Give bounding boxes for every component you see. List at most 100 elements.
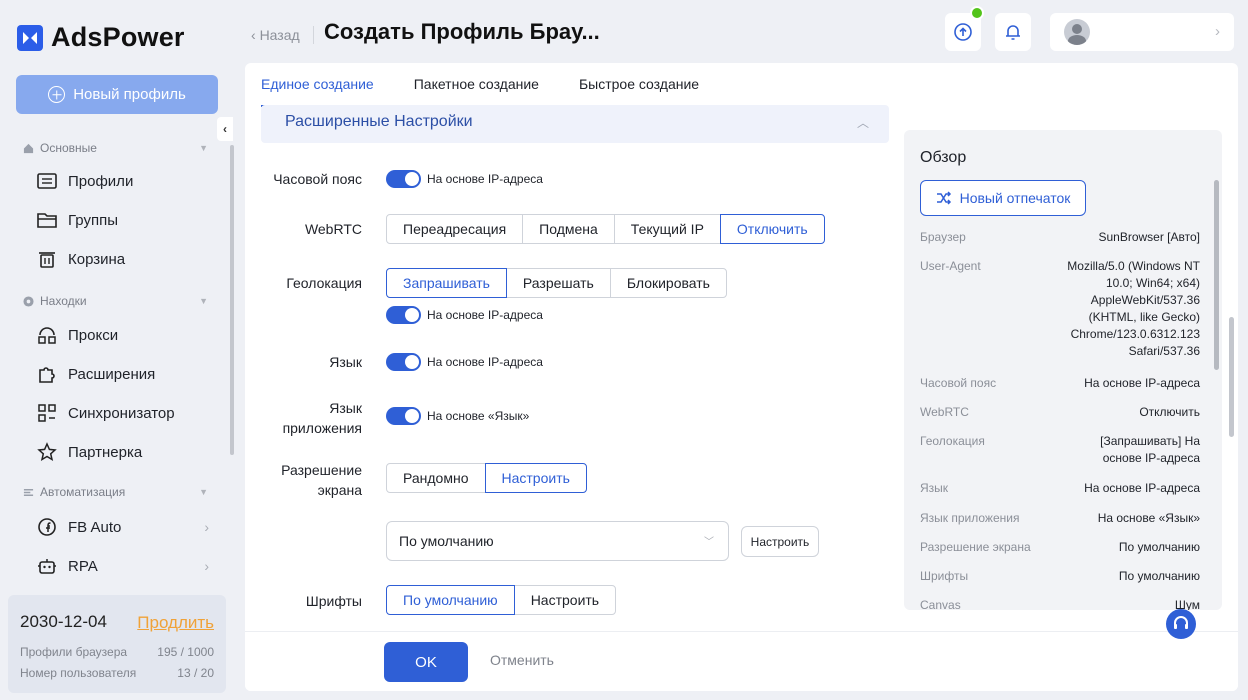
overview-value: [Запрашивать] На основе IP-адреса: [1100, 433, 1200, 467]
overview-key: Canvas: [920, 598, 961, 610]
chevron-up-icon: ︿: [856, 116, 869, 130]
back-button[interactable]: ‹ Назад: [251, 27, 300, 43]
tab-quick-create[interactable]: Быстрое создание: [579, 63, 699, 107]
cancel-button[interactable]: Отменить: [490, 652, 554, 668]
geolocation-allow-option[interactable]: Разрешать: [505, 268, 611, 298]
advanced-settings-title: Расширенные Настройки: [285, 113, 473, 130]
folder-icon: [37, 213, 57, 228]
tab-single-create[interactable]: Единое создание: [261, 63, 374, 107]
overview-value: Mozilla/5.0 (Windows NT 10.0; Win64; x64…: [1067, 258, 1200, 360]
robot-icon: [38, 559, 56, 574]
section-main[interactable]: Основные ▼: [23, 141, 208, 155]
sidebar-item-synchronizer[interactable]: Синхронизатор: [37, 403, 209, 423]
tab-batch-create[interactable]: Пакетное создание: [414, 63, 539, 107]
resolution-options: Рандомно Настроить: [386, 463, 587, 493]
webrtc-disable-option[interactable]: Отключить: [719, 214, 825, 244]
main-scrollbar[interactable]: [1229, 317, 1234, 437]
bell-icon: [1006, 25, 1020, 40]
overview-key: Разрешение экрана: [920, 540, 1031, 554]
geolocation-ask-option[interactable]: Запрашивать: [386, 268, 507, 298]
action-bar: OK Отменить: [245, 631, 1238, 691]
sidebar-item-proxy[interactable]: Прокси: [37, 325, 209, 345]
chevron-down-icon: ▼: [199, 487, 208, 497]
collapse-sidebar-button[interactable]: ‹: [217, 117, 233, 141]
geolocation-value-line: [Запрашивать] На: [1100, 434, 1200, 448]
app-language-toggle-text: На основе «Язык»: [427, 409, 530, 423]
webrtc-current-ip-option[interactable]: Текущий IP: [613, 214, 721, 244]
avatar: [1064, 19, 1090, 45]
sidebar-item-fb-auto[interactable]: FB Auto ›: [37, 517, 209, 537]
resolution-random-option[interactable]: Рандомно: [386, 463, 486, 493]
trash-icon: [39, 252, 55, 268]
user-agent-line: Chrome/123.0.6312.123: [1070, 327, 1200, 341]
webrtc-forward-option[interactable]: Переадресация: [386, 214, 524, 244]
overview-key: Часовой пояс: [920, 376, 997, 390]
overview-key: Браузер: [920, 230, 966, 244]
overview-key: User-Agent: [920, 259, 981, 273]
notifications-button[interactable]: [995, 13, 1031, 51]
sidebar-item-label: Корзина: [68, 250, 126, 268]
section-label: Находки: [40, 294, 87, 308]
overview-scrollbar[interactable]: [1214, 180, 1219, 370]
chevron-right-icon: ›: [1215, 23, 1220, 40]
chevron-right-icon: ›: [204, 558, 209, 574]
subscription-card: 2030-12-04 Продлить Профили браузера 195…: [8, 595, 226, 693]
timezone-label: Часовой пояс: [273, 171, 362, 187]
upgrade-button[interactable]: [945, 6, 984, 51]
ok-button[interactable]: OK: [384, 642, 468, 682]
resolution-custom-option[interactable]: Настроить: [484, 463, 587, 493]
new-fingerprint-button[interactable]: Новый отпечаток: [920, 180, 1086, 216]
timezone-toggle[interactable]: [386, 170, 421, 188]
sidebar-item-affiliate[interactable]: Партнерка: [37, 442, 209, 462]
user-menu[interactable]: ›: [1050, 13, 1234, 51]
user-number-value: 13 / 20: [177, 666, 214, 680]
brand-logo[interactable]: AdsPower: [17, 22, 185, 53]
webrtc-replace-option[interactable]: Подмена: [522, 214, 615, 244]
resolution-custom-button[interactable]: Настроить: [741, 526, 819, 557]
renew-link[interactable]: Продлить: [137, 613, 214, 633]
browser-profiles-value: 195 / 1000: [157, 645, 214, 659]
overview-value: На основе IP-адреса: [1084, 481, 1200, 495]
create-profile-panel: Единое создание Пакетное создание Быстро…: [245, 63, 1238, 691]
geolocation-options: Запрашивать Разрешать Блокировать: [386, 268, 727, 298]
app-language-toggle[interactable]: [386, 407, 421, 425]
overview-key: Шрифты: [920, 569, 969, 583]
geolocation-block-option[interactable]: Блокировать: [609, 268, 727, 298]
new-profile-label: Новый профиль: [73, 86, 186, 103]
resolution-select[interactable]: По умолчанию ﹀: [386, 521, 729, 561]
advanced-settings-header[interactable]: Расширенные Настройки ︿: [261, 105, 889, 143]
brand-name: AdsPower: [51, 22, 185, 52]
sidebar-scrollbar[interactable]: [230, 145, 234, 455]
resolution-label: Разрешение экрана: [281, 460, 362, 500]
browser-profiles-row: Профили браузера 195 / 1000: [20, 645, 214, 659]
overview-key: Геолокация: [920, 434, 985, 448]
app-language-label: Язык приложения: [283, 398, 362, 438]
fonts-custom-option[interactable]: Настроить: [513, 585, 617, 615]
sidebar-item-extensions[interactable]: Расширения: [37, 364, 209, 384]
overview-value: По умолчанию: [1118, 569, 1200, 583]
new-profile-button[interactable]: Новый профиль: [16, 75, 218, 114]
geolocation-toggle[interactable]: [386, 306, 421, 324]
proxy-icon: [38, 327, 56, 344]
automation-icon: [23, 488, 34, 496]
chevron-down-icon: ▼: [199, 143, 208, 153]
fonts-label: Шрифты: [305, 593, 362, 609]
fonts-default-option[interactable]: По умолчанию: [386, 585, 515, 615]
language-toggle[interactable]: [386, 353, 421, 371]
support-button[interactable]: [1166, 609, 1196, 639]
resolution-label-line: Разрешение: [281, 462, 362, 478]
sidebar-item-trash[interactable]: Корзина: [37, 250, 209, 268]
sidebar-item-profiles[interactable]: Профили: [37, 172, 209, 190]
sidebar-item-rpa[interactable]: RPA ›: [37, 556, 209, 576]
expiry-date: 2030-12-04: [20, 612, 107, 631]
sidebar-item-groups[interactable]: Группы: [37, 211, 209, 229]
overview-value: На основе «Язык»: [1097, 511, 1200, 525]
sidebar-item-label: Расширения: [68, 365, 156, 383]
user-agent-line: 10.0; Win64; x64): [1105, 276, 1200, 290]
webrtc-label: WebRTC: [304, 221, 362, 237]
user-number-row: Номер пользователя 13 / 20: [20, 666, 214, 680]
section-automation[interactable]: Автоматизация ▼: [23, 485, 208, 499]
section-finds[interactable]: Находки ▼: [23, 294, 208, 308]
sidebar-item-label: Группы: [68, 211, 118, 229]
overview-panel: Обзор Новый отпечаток Браузер SunBrowser…: [904, 130, 1222, 610]
